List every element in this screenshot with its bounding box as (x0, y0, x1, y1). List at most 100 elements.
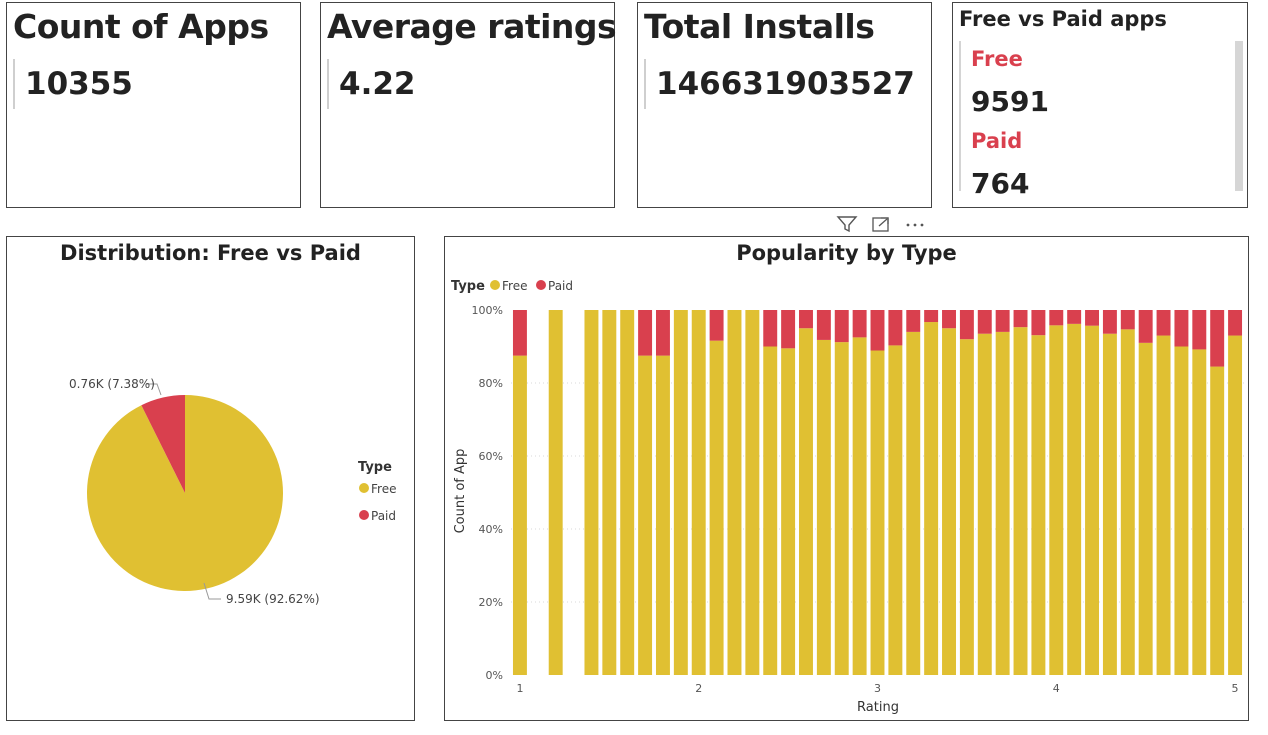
bar-segment-free[interactable] (745, 310, 760, 675)
legend-item-paid[interactable]: Paid (371, 509, 396, 523)
bar-segment-paid[interactable] (1102, 310, 1117, 334)
free-vs-paid-card[interactable]: Free vs Paid apps Free 9591 Paid 764 (952, 2, 1248, 208)
bar-segment-free[interactable] (548, 310, 563, 675)
legend-item-paid[interactable]: Paid (548, 279, 573, 293)
bar-segment-paid[interactable] (834, 310, 849, 343)
bar-segment-paid[interactable] (1210, 310, 1225, 367)
data-label-paid: 0.76K (7.38%) (69, 377, 155, 391)
bar-segment-free[interactable] (1031, 335, 1046, 675)
bar-segment-free[interactable] (1085, 325, 1100, 675)
bar-segment-free[interactable] (906, 331, 921, 675)
card-body: Free 9591 Paid 764 (959, 41, 1231, 200)
bar-segment-paid[interactable] (995, 310, 1010, 332)
bar-segment-paid[interactable] (924, 310, 939, 323)
y-tick-label: 100% (472, 304, 503, 317)
focus-mode-icon[interactable] (870, 214, 892, 234)
bar-segment-free[interactable] (816, 339, 831, 675)
legend-item-free[interactable]: Free (371, 482, 396, 496)
bar-segment-free[interactable] (1156, 335, 1171, 675)
bar-segment-paid[interactable] (1228, 310, 1243, 336)
pie-chart-card[interactable]: Distribution: Free vs Paid 0.76K (7.38%)… (6, 236, 415, 721)
bar-segment-free[interactable] (1102, 333, 1117, 675)
bar-segment-free[interactable] (942, 328, 956, 675)
legend-item-free[interactable]: Free (502, 279, 527, 293)
bar-segment-free[interactable] (584, 310, 599, 675)
bar-segment-paid[interactable] (888, 310, 903, 346)
bar-segment-free[interactable] (888, 345, 903, 675)
bar-segment-free[interactable] (727, 310, 742, 675)
bar-segment-free[interactable] (673, 310, 688, 675)
bar-segment-free[interactable] (1210, 366, 1225, 675)
bar-segment-free[interactable] (1120, 329, 1135, 675)
bar-segment-paid[interactable] (1013, 310, 1028, 328)
bar-segment-paid[interactable] (1049, 310, 1064, 326)
y-tick-label: 0% (486, 669, 503, 682)
bar-segment-free[interactable] (870, 350, 885, 675)
bar-segment-free[interactable] (834, 342, 849, 675)
x-tick-label: 4 (1053, 682, 1060, 695)
bar-segment-paid[interactable] (906, 310, 921, 332)
bar-segment-free[interactable] (995, 331, 1010, 675)
bar-segment-free[interactable] (512, 355, 527, 675)
bar-segment-paid[interactable] (852, 310, 867, 338)
legend-marker-free (359, 483, 369, 493)
bar-segment-paid[interactable] (655, 310, 670, 356)
bar-segment-paid[interactable] (763, 310, 778, 347)
kpi-value: 10355 (13, 59, 133, 109)
bar-chart-card[interactable]: Popularity by Type Type Free Paid 0% 20% 4… (444, 236, 1249, 721)
filter-icon[interactable] (836, 214, 858, 234)
bar-segment-paid[interactable] (1031, 310, 1046, 336)
y-tick-label: 20% (479, 596, 503, 609)
pie-chart: 0.76K (7.38%) 9.59K (92.62%) Type Free P… (69, 377, 396, 606)
bar-segment-paid[interactable] (1174, 310, 1189, 347)
bar-segment-paid[interactable] (977, 310, 992, 334)
bar-segment-paid[interactable] (1156, 310, 1171, 336)
more-options-icon[interactable] (902, 214, 928, 234)
legend-marker-paid (536, 280, 546, 290)
bar-segment-free[interactable] (763, 346, 778, 676)
bar-segment-free[interactable] (655, 355, 670, 675)
kpi-value: 146631903527 (644, 59, 915, 109)
bar-segment-paid[interactable] (512, 310, 527, 356)
bar-segment-free[interactable] (709, 340, 724, 675)
bar-segment-free[interactable] (924, 322, 939, 675)
kpi-title: Total Installs (644, 7, 875, 46)
data-label-free: 9.59K (92.62%) (226, 592, 320, 606)
kpi-title: Count of Apps (13, 7, 269, 46)
bar-segment-free[interactable] (691, 310, 706, 675)
bar-segment-free[interactable] (1174, 346, 1189, 676)
bar-segment-free[interactable] (620, 310, 635, 675)
bar-segment-paid[interactable] (781, 310, 796, 349)
kpi-card-count[interactable]: Count of Apps 10355 (6, 2, 301, 208)
bar-segment-free[interactable] (1067, 323, 1082, 675)
bar-segment-free[interactable] (638, 355, 653, 675)
bar-segment-free[interactable] (1228, 335, 1243, 675)
kpi-card-installs[interactable]: Total Installs 146631903527 (637, 2, 932, 208)
y-axis-label: Count of App (453, 449, 468, 534)
bar-segment-free[interactable] (977, 333, 992, 675)
bar-segment-free[interactable] (1049, 325, 1064, 675)
bar-segment-paid[interactable] (1192, 310, 1207, 350)
bar-segment-paid[interactable] (1067, 310, 1082, 324)
bar-segment-paid[interactable] (709, 310, 724, 341)
bar-segment-paid[interactable] (942, 310, 956, 329)
bar-segment-free[interactable] (959, 339, 974, 675)
bar-segment-paid[interactable] (1120, 310, 1135, 330)
bar-segment-free[interactable] (1013, 327, 1028, 675)
bar-segment-paid[interactable] (1138, 310, 1153, 343)
scrollbar[interactable] (1235, 41, 1243, 191)
bar-segment-free[interactable] (1138, 342, 1153, 675)
bar-segment-paid[interactable] (870, 310, 885, 351)
bar-segment-free[interactable] (602, 310, 617, 675)
kpi-card-rating[interactable]: Average ratings 4.22 (320, 2, 617, 208)
bar-segment-paid[interactable] (1085, 310, 1100, 326)
bar-segment-paid[interactable] (959, 310, 974, 340)
x-tick-label: 3 (874, 682, 881, 695)
bar-segment-free[interactable] (799, 328, 813, 675)
bar-segment-paid[interactable] (799, 310, 813, 329)
bar-segment-paid[interactable] (638, 310, 653, 356)
bar-segment-free[interactable] (781, 348, 796, 675)
bar-segment-paid[interactable] (816, 310, 831, 340)
bar-segment-free[interactable] (1192, 349, 1207, 675)
bar-segment-free[interactable] (852, 337, 867, 675)
